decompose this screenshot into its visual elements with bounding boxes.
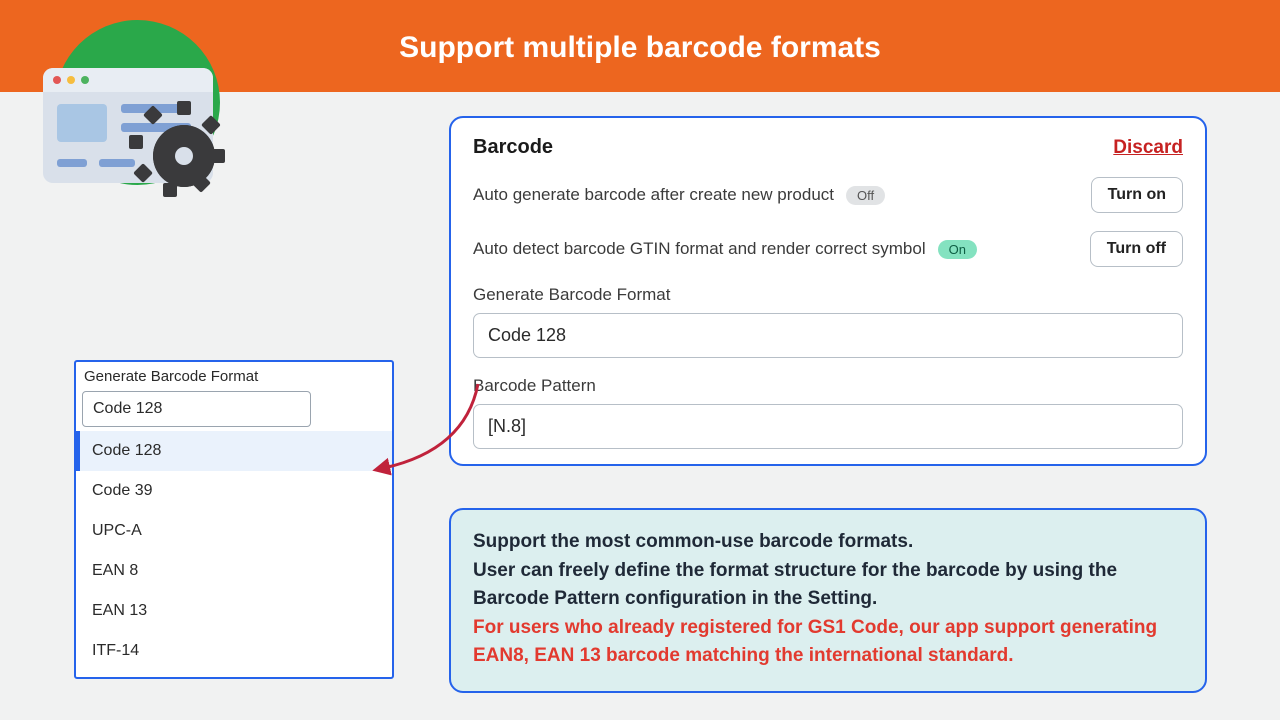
format-dropdown-panel: Generate Barcode Format Code 128 Code 39… [74, 360, 394, 679]
turn-on-button[interactable]: Turn on [1091, 177, 1183, 213]
dropdown-list: Code 128 Code 39 UPC-A EAN 8 EAN 13 ITF-… [76, 431, 392, 671]
pattern-field: Barcode Pattern [473, 376, 1183, 449]
barcode-settings-card: Barcode Discard Auto generate barcode af… [449, 116, 1207, 466]
auto-detect-row: Auto detect barcode GTIN format and rend… [473, 231, 1183, 267]
info-note: Support the most common-use barcode form… [449, 508, 1207, 693]
status-badge: On [938, 240, 977, 259]
pattern-label: Barcode Pattern [473, 376, 1183, 396]
pattern-input[interactable] [473, 404, 1183, 449]
auto-detect-label: Auto detect barcode GTIN format and rend… [473, 239, 926, 259]
format-input[interactable] [473, 313, 1183, 358]
dropdown-label: Generate Barcode Format [76, 366, 392, 391]
gear-icon [153, 125, 215, 187]
auto-generate-row: Auto generate barcode after create new p… [473, 177, 1183, 213]
dropdown-option[interactable]: ITF-14 [76, 631, 392, 671]
format-field: Generate Barcode Format [473, 285, 1183, 358]
note-line-3: For users who already registered for GS1… [473, 617, 1157, 667]
format-label: Generate Barcode Format [473, 285, 1183, 305]
auto-generate-label: Auto generate barcode after create new p… [473, 185, 834, 205]
note-line-1: Support the most common-use barcode form… [473, 531, 913, 552]
discard-link[interactable]: Discard [1113, 137, 1183, 159]
dropdown-option[interactable]: EAN 13 [76, 591, 392, 631]
page-title: Support multiple barcode formats [399, 31, 881, 65]
status-badge: Off [846, 186, 885, 205]
dropdown-input[interactable] [82, 391, 311, 427]
turn-off-button[interactable]: Turn off [1090, 231, 1183, 267]
dropdown-option[interactable]: UPC-A [76, 511, 392, 551]
note-line-2: User can freely define the format struct… [473, 560, 1117, 610]
dropdown-option[interactable]: EAN 8 [76, 551, 392, 591]
dropdown-option[interactable]: Code 39 [76, 471, 392, 511]
dropdown-option[interactable]: Code 128 [76, 431, 392, 471]
section-title: Barcode [473, 136, 553, 159]
